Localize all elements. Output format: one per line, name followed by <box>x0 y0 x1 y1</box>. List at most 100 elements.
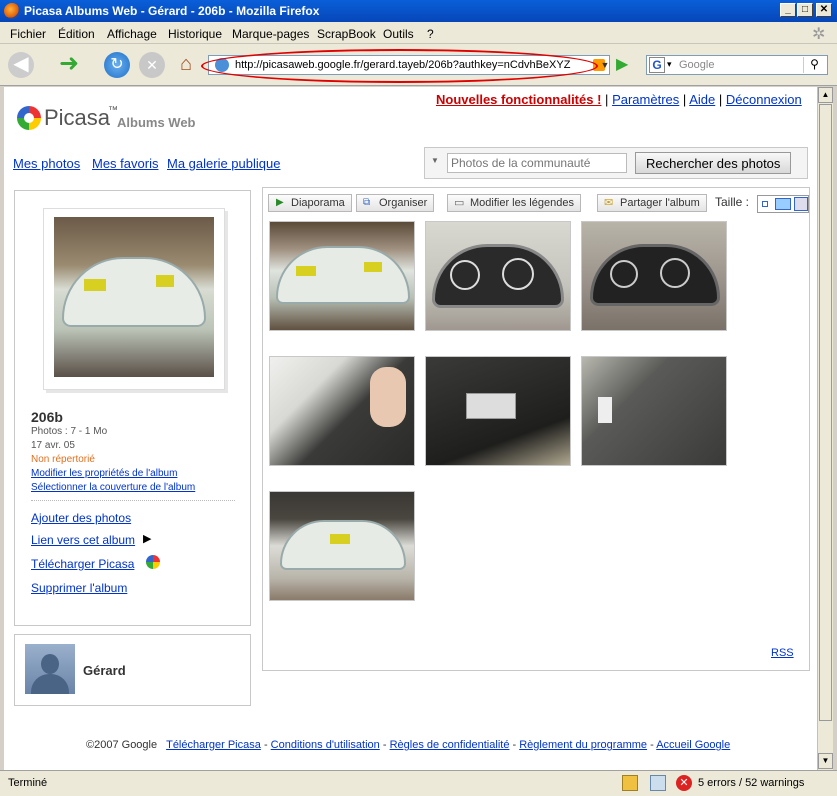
photo-thumbnail[interactable] <box>269 491 415 601</box>
footer-link[interactable]: Accueil Google <box>656 739 730 751</box>
url-dropdown-icon[interactable]: ▼ <box>598 55 612 75</box>
organize-icon: ⧉ <box>363 197 371 208</box>
slideshow-button[interactable]: ▶ Diaporama <box>268 194 352 212</box>
share-label: Partager l'album <box>620 197 700 209</box>
my-photos-link[interactable]: Mes photos <box>13 156 80 171</box>
separator: - <box>382 739 387 751</box>
footer-link[interactable]: Conditions d'utilisation <box>271 739 380 751</box>
search-photos-button[interactable]: Rechercher des photos <box>635 152 792 174</box>
album-link-link[interactable]: Lien vers cet album <box>31 533 135 547</box>
search-dropdown-icon[interactable]: ▼ <box>431 156 439 165</box>
separator: | <box>718 92 723 107</box>
separator: | <box>605 92 609 107</box>
stop-icon[interactable]: ✕ <box>139 52 165 78</box>
album-date: 17 avr. 05 <box>31 440 75 451</box>
search-icon[interactable]: ⚲ <box>803 57 825 73</box>
avatar[interactable] <box>25 644 75 694</box>
owner-name[interactable]: Gérard <box>83 663 126 678</box>
scroll-up-icon[interactable]: ▲ <box>818 87 833 103</box>
photo-thumbnail[interactable] <box>269 356 415 466</box>
edit-captions-button[interactable]: ▭ Modifier les légendes <box>447 194 581 212</box>
rss-link[interactable]: RSS <box>771 647 794 659</box>
download-picasa-link[interactable]: Télécharger Picasa <box>31 557 134 571</box>
edit-album-properties-link[interactable]: Modifier les propriétés de l'album <box>31 468 177 479</box>
new-features-link[interactable]: Nouvelles fonctionnalités ! <box>436 92 601 107</box>
throbber-icon: ✲ <box>812 26 826 43</box>
error-icon[interactable]: ✕ <box>676 775 692 791</box>
footer-link[interactable]: Règlement du programme <box>519 739 647 751</box>
add-photos-link[interactable]: Ajouter des photos <box>31 511 131 525</box>
menu-edition[interactable]: Édition <box>58 27 95 41</box>
separator: | <box>682 92 687 107</box>
logout-link[interactable]: Déconnexion <box>726 92 802 107</box>
firefox-icon <box>4 3 20 19</box>
share-album-button[interactable]: ✉ Partager l'album <box>597 194 707 212</box>
organize-label: Organiser <box>379 197 428 209</box>
url-highlight-oval <box>201 49 598 83</box>
footer: ©2007 Google Télécharger Picasa - Condit… <box>86 739 730 751</box>
photo-thumbnail[interactable] <box>425 356 571 466</box>
scrapbook-icon[interactable] <box>622 775 638 791</box>
reload-icon[interactable]: ↻ <box>104 52 130 78</box>
menu-fichier[interactable]: Fichier <box>10 27 46 41</box>
scroll-thumb[interactable] <box>819 104 832 721</box>
window-title: Picasa Albums Web - Gérard - 206b - Mozi… <box>24 4 320 18</box>
menu-scrapbook[interactable]: ScrapBook <box>317 27 376 41</box>
select-cover-link[interactable]: Sélectionner la couverture de l'album <box>31 482 195 493</box>
community-search-input[interactable] <box>447 153 627 173</box>
size-toggle <box>757 195 809 213</box>
public-gallery-link[interactable]: Ma galerie publique <box>167 156 280 171</box>
size-small-icon[interactable] <box>762 201 768 207</box>
envelope-icon: ✉ <box>604 197 614 209</box>
size-medium-icon[interactable] <box>775 198 791 210</box>
menu-affichage[interactable]: Affichage <box>107 27 157 41</box>
search-field[interactable]: G ▾ Google ⚲ <box>646 55 828 75</box>
settings-link[interactable]: Paramètres <box>612 92 679 107</box>
maximize-button[interactable]: □ <box>797 3 813 17</box>
footer-link[interactable]: Télécharger Picasa <box>166 739 261 751</box>
engine-dropdown-icon[interactable]: ▾ <box>667 59 672 70</box>
caption-icon: ▭ <box>454 197 465 209</box>
separator: - <box>650 739 654 751</box>
navigation-toolbar: ◀ ➜ ↻ ✕ ⌂ http://picasaweb.google.fr/ger… <box>0 44 837 86</box>
photo-thumbnail[interactable] <box>425 221 571 331</box>
menu-historique[interactable]: Historique <box>168 27 222 41</box>
my-favorites-link[interactable]: Mes favoris <box>92 156 158 171</box>
go-icon[interactable]: ▶ <box>616 55 636 75</box>
expand-arrow-icon[interactable]: ▶ <box>143 532 151 545</box>
size-large-icon[interactable] <box>794 197 808 211</box>
help-link[interactable]: Aide <box>689 92 715 107</box>
search-placeholder: Google <box>679 59 715 71</box>
community-search-panel: ▼ Rechercher des photos <box>424 147 808 179</box>
header-links: Nouvelles fonctionnalités ! | Paramètres… <box>436 92 802 107</box>
menu-outils[interactable]: Outils <box>383 27 414 41</box>
home-icon[interactable]: ⌂ <box>173 52 199 78</box>
minimize-button[interactable]: _ <box>780 3 796 17</box>
photo-thumbnail[interactable] <box>581 221 727 331</box>
menu-help[interactable]: ? <box>427 27 434 41</box>
menu-marque-pages[interactable]: Marque-pages <box>232 27 309 41</box>
photo-thumbnail[interactable] <box>269 221 415 331</box>
captions-label: Modifier les légendes <box>470 197 574 209</box>
organize-button[interactable]: ⧉ Organiser <box>356 194 435 212</box>
photo-thumbnail[interactable] <box>581 356 727 466</box>
back-icon[interactable]: ◀ <box>8 52 34 78</box>
menu-bar: Fichier Édition Affichage Historique Mar… <box>0 22 837 44</box>
footer-link[interactable]: Règles de confidentialité <box>390 739 510 751</box>
delete-album-link[interactable]: Supprimer l'album <box>31 581 127 595</box>
scroll-down-icon[interactable]: ▼ <box>818 753 833 769</box>
forward-icon[interactable]: ➜ <box>56 52 82 78</box>
copyright: ©2007 Google <box>86 739 158 751</box>
album-cover-image[interactable] <box>54 217 214 377</box>
error-count[interactable]: 5 errors / 52 warnings <box>698 777 804 789</box>
album-cover-frame <box>43 208 225 390</box>
sidebar-icon[interactable] <box>650 775 666 791</box>
divider <box>31 500 235 501</box>
vertical-scrollbar[interactable]: ▲ ▼ <box>817 87 833 770</box>
google-engine-icon[interactable]: G <box>649 57 665 73</box>
status-bar: Terminé ✕ 5 errors / 52 warnings <box>0 770 837 796</box>
close-button[interactable]: ✕ <box>816 3 832 17</box>
owner-panel: Gérard <box>14 634 251 706</box>
status-text: Terminé <box>8 777 48 789</box>
page-content: Picasa ™ Albums Web Nouvelles fonctionna… <box>4 87 817 770</box>
